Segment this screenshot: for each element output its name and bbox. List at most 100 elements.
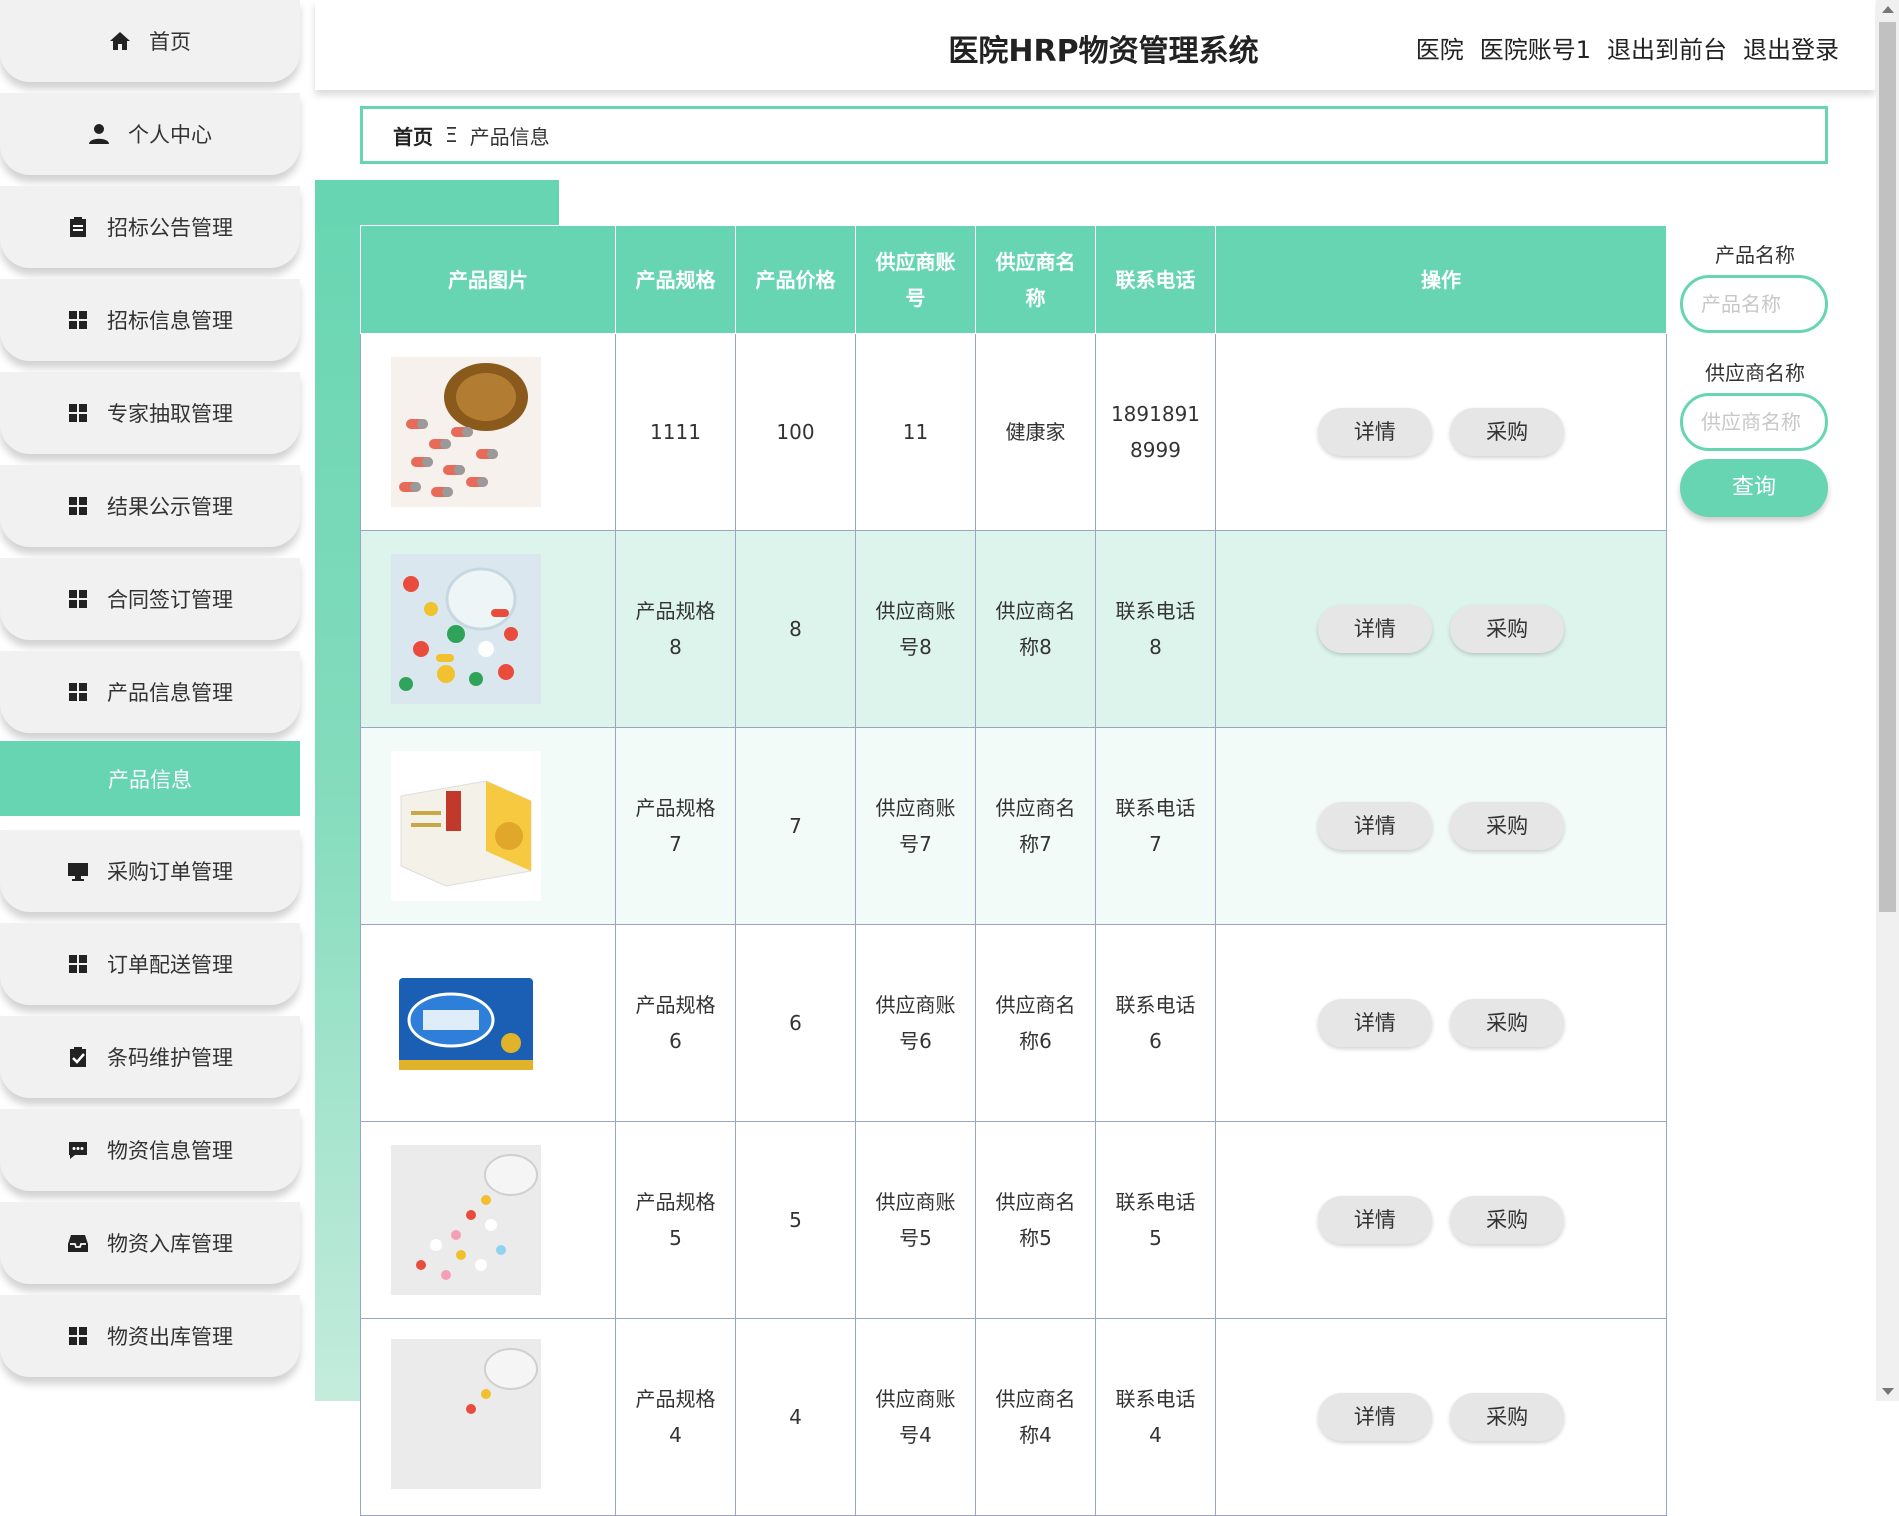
spec-cell: 1111: [615, 333, 736, 531]
detail-button[interactable]: 详情: [1317, 408, 1432, 456]
sidebar-item-label: 采购订单管理: [107, 860, 233, 884]
sidebar-subitem-product-info[interactable]: 产品信息: [0, 741, 300, 816]
sidebar-item-bid-info[interactable]: 招标信息管理: [0, 279, 300, 361]
actions-cell: 详情 采购: [1215, 530, 1667, 728]
product-image[interactable]: [391, 1339, 541, 1489]
sidebar-item-label: 结果公示管理: [107, 495, 233, 519]
detail-button[interactable]: 详情: [1317, 605, 1432, 653]
user-icon: [88, 123, 110, 145]
actions-cell: 详情 采购: [1215, 924, 1667, 1122]
sidebar-item-contract[interactable]: 合同签订管理: [0, 558, 300, 640]
actions-cell: 详情 采购: [1215, 1318, 1667, 1516]
breadcrumb-home[interactable]: 首页: [393, 121, 433, 150]
price-cell: 5: [735, 1121, 856, 1319]
product-image[interactable]: [391, 554, 541, 704]
sidebar-item-label: 条码维护管理: [107, 1046, 233, 1070]
grid-icon: [67, 588, 89, 610]
supplier-name-cell: 供应商名称5: [975, 1121, 1096, 1319]
purchase-button[interactable]: 采购: [1450, 802, 1565, 850]
sidebar-item-result-publicity[interactable]: 结果公示管理: [0, 465, 300, 547]
sidebar-item-bid-notice[interactable]: 招标公告管理: [0, 186, 300, 268]
sidebar-item-material-inbound[interactable]: 物资入库管理: [0, 1202, 300, 1284]
page-scrollbar[interactable]: [1876, 0, 1899, 1401]
sidebar-item-product-info-manage[interactable]: 产品信息管理: [0, 651, 300, 733]
grid-icon: [67, 1325, 89, 1347]
sidebar-item-personal-center[interactable]: 个人中心: [0, 93, 300, 175]
sidebar-item-label: 产品信息管理: [107, 681, 233, 705]
user-account: 医院账号1: [1479, 36, 1591, 64]
product-image-cell: [360, 530, 616, 728]
detail-button[interactable]: 详情: [1317, 1393, 1432, 1441]
header-actions: 操作: [1215, 225, 1667, 334]
sidebar-item-label: 专家抽取管理: [107, 402, 233, 426]
phone-cell: 联系电话8: [1095, 530, 1216, 728]
detail-button[interactable]: 详情: [1317, 802, 1432, 850]
supplier-name-cell: 供应商名称4: [975, 1318, 1096, 1516]
product-image-cell: [360, 1121, 616, 1319]
phone-cell: 18918918999: [1095, 333, 1216, 531]
sidebar-item-label: 订单配送管理: [107, 953, 233, 977]
product-name-label: 产品名称: [1715, 243, 1795, 267]
purchase-button[interactable]: 采购: [1450, 605, 1565, 653]
supplier-account-cell: 供应商账号4: [855, 1318, 976, 1516]
top-header: 医院HRP物资管理系统 医院 医院账号1 退出到前台 退出登录: [315, 0, 1875, 90]
product-image-cell: [360, 1318, 616, 1516]
breadcrumb-current: 产品信息: [469, 124, 550, 149]
supplier-name-cell: 供应商名称6: [975, 924, 1096, 1122]
supplier-account-cell: 供应商账号8: [855, 530, 976, 728]
product-name-input[interactable]: [1680, 275, 1828, 333]
supplier-name-input[interactable]: [1680, 393, 1828, 451]
sidebar-item-home[interactable]: 首页: [0, 0, 300, 82]
supplier-name-label: 供应商名称: [1705, 361, 1805, 385]
decorative-tab: [315, 180, 559, 225]
supplier-account-cell: 供应商账号7: [855, 727, 976, 925]
scroll-down-icon[interactable]: [1882, 1388, 1894, 1395]
product-image[interactable]: [391, 751, 541, 901]
sidebar-item-barcode[interactable]: 条码维护管理: [0, 1016, 300, 1098]
sidebar-item-expert-draw[interactable]: 专家抽取管理: [0, 372, 300, 454]
sidebar: 首页 个人中心 招标公告管理 招标信息管理 专家抽取管理 结果公示管理 合同签订…: [0, 0, 300, 1401]
price-cell: 7: [735, 727, 856, 925]
header-product-image: 产品图片: [360, 225, 616, 334]
phone-cell: 联系电话6: [1095, 924, 1216, 1122]
price-cell: 6: [735, 924, 856, 1122]
grid-icon: [67, 953, 89, 975]
grid-icon: [67, 495, 89, 517]
sidebar-item-label: 招标公告管理: [107, 216, 233, 240]
purchase-button[interactable]: 采购: [1450, 1196, 1565, 1244]
purchase-button[interactable]: 采购: [1450, 408, 1565, 456]
sidebar-item-purchase-order[interactable]: 采购订单管理: [0, 830, 300, 912]
table-row: 产品规格7 7 供应商账号7 供应商名称7 联系电话7 详情 采购: [360, 727, 1667, 925]
sidebar-item-order-delivery[interactable]: 订单配送管理: [0, 923, 300, 1005]
product-image[interactable]: [391, 357, 541, 507]
scroll-up-icon[interactable]: [1882, 6, 1894, 13]
actions-cell: 详情 采购: [1215, 727, 1667, 925]
search-panel: 产品名称 供应商名称 查询: [1680, 235, 1830, 517]
sidebar-item-label: 首页: [149, 30, 191, 54]
actions-cell: 详情 采购: [1215, 333, 1667, 531]
exit-to-front-link[interactable]: 退出到前台: [1607, 30, 1727, 65]
breadcrumb: 首页 Ξ 产品信息: [360, 106, 1828, 164]
decorative-band: [315, 180, 360, 1401]
detail-button[interactable]: 详情: [1317, 999, 1432, 1047]
sidebar-item-material-outbound[interactable]: 物资出库管理: [0, 1295, 300, 1377]
breadcrumb-separator-icon: Ξ: [445, 123, 458, 147]
scrollbar-thumb[interactable]: [1879, 22, 1896, 912]
phone-cell: 联系电话4: [1095, 1318, 1216, 1516]
product-image[interactable]: [391, 948, 541, 1098]
product-image[interactable]: [391, 1145, 541, 1295]
header-links: 医院 医院账号1 退出到前台 退出登录: [1416, 30, 1839, 65]
purchase-button[interactable]: 采购: [1450, 1393, 1565, 1441]
detail-button[interactable]: 详情: [1317, 1196, 1432, 1244]
home-icon: [109, 30, 131, 52]
logout-link[interactable]: 退出登录: [1743, 30, 1839, 65]
supplier-name-cell: 健康家: [975, 333, 1096, 531]
query-button[interactable]: 查询: [1680, 459, 1828, 517]
sidebar-item-material-info[interactable]: 物资信息管理: [0, 1109, 300, 1191]
purchase-button[interactable]: 采购: [1450, 999, 1565, 1047]
table-row: 产品规格6 6 供应商账号6 供应商名称6 联系电话6 详情 采购: [360, 924, 1667, 1122]
spec-cell: 产品规格7: [615, 727, 736, 925]
grid-icon: [67, 681, 89, 703]
header-supplier-account: 供应商账号: [855, 225, 976, 334]
price-cell: 4: [735, 1318, 856, 1516]
